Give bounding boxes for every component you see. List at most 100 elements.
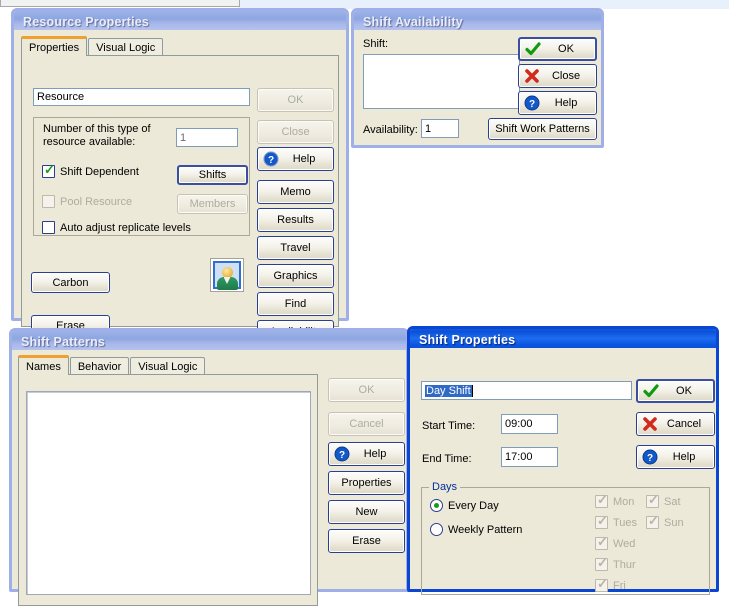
check-icon: ✓ (597, 576, 608, 591)
check-icon: ✓ (597, 534, 608, 549)
mon-checkbox: ✓ (595, 493, 608, 508)
check-icon: ✓ (597, 555, 608, 570)
availability-help-button[interactable]: ? Help (518, 91, 597, 115)
tab-visual-logic-label: Visual Logic (138, 360, 198, 373)
tab-names[interactable]: Names (18, 355, 69, 375)
wed-checkbox: ✓ (595, 534, 608, 550)
shift-ok-button[interactable]: OK (636, 379, 715, 403)
shift-patterns-tabstrip[interactable]: Names Behavior Visual Logic (18, 355, 206, 375)
day-checkbox-sun: ✓ Sun (646, 514, 684, 529)
patterns-properties-label: Properties (341, 477, 392, 489)
shift-listbox[interactable] (363, 54, 520, 109)
resource-memo-button[interactable]: Memo (257, 180, 334, 204)
auto-adjust-checkbox-row[interactable]: Auto adjust replicate levels (42, 221, 191, 234)
green-check-icon (525, 42, 541, 56)
shift-name-input[interactable]: Day Shift (421, 381, 632, 400)
day-checkbox-tues: ✓ Tues (595, 514, 637, 529)
resource-properties-tabstrip[interactable]: Properties Visual Logic (21, 36, 164, 56)
resource-ok-button: OK (257, 88, 334, 112)
availability-ok-button[interactable]: OK (518, 37, 597, 61)
patterns-help-button[interactable]: ? Help (328, 442, 405, 466)
resource-count-label-line1: Number of this type of (43, 123, 151, 135)
end-time-input[interactable]: 17:00 (501, 447, 558, 467)
weekly-pattern-radio[interactable] (430, 523, 443, 536)
shift-work-patterns-button[interactable]: Shift Work Patterns (488, 118, 597, 140)
red-x-icon (525, 69, 539, 83)
shift-availability-dialog[interactable]: Shift Availability Shift: Availability: … (351, 8, 604, 148)
resource-graphics-button[interactable]: Graphics (257, 264, 334, 288)
tab-visual-logic[interactable]: Visual Logic (130, 357, 206, 375)
availability-close-label: Close (551, 70, 581, 82)
patterns-new-button[interactable]: New (328, 500, 405, 524)
day-checkbox-mon: ✓ Mon (595, 493, 635, 508)
shift-help-button[interactable]: ? Help (636, 445, 715, 469)
svg-text:?: ? (647, 453, 653, 464)
thur-label: Thur (613, 558, 636, 571)
tab-visual-logic[interactable]: Visual Logic (88, 38, 164, 56)
thur-checkbox: ✓ (595, 555, 608, 571)
shift-name-value: Day Shift (425, 384, 472, 397)
weekly-pattern-radio-row[interactable]: Weekly Pattern (430, 523, 522, 536)
auto-adjust-checkbox[interactable] (42, 221, 55, 234)
patterns-ok-button: OK (328, 378, 405, 402)
shift-cancel-label: Cancel (666, 418, 702, 430)
resource-results-label: Results (277, 214, 314, 226)
resource-properties-dialog[interactable]: Resource Properties Properties Visual Lo… (11, 8, 349, 344)
help-question-icon: ? (334, 446, 350, 462)
pool-resource-label: Pool Resource (60, 195, 133, 208)
resource-results-button[interactable]: Results (257, 208, 334, 232)
availability-label: Availability: (363, 124, 418, 136)
svg-text:?: ? (529, 99, 535, 110)
shift-patterns-listbox[interactable] (26, 391, 311, 595)
shift-patterns-dialog[interactable]: Shift Patterns Names Behavior Visual Log… (9, 328, 409, 606)
resource-close-label: Close (281, 126, 310, 138)
availability-value: 1 (425, 122, 432, 135)
shift-properties-body: Day Shift Start Time: 09:00 End Time: 17… (410, 348, 716, 595)
carbon-button-label: Carbon (52, 276, 89, 289)
every-day-radio-row[interactable]: Every Day (430, 499, 499, 512)
tab-behavior[interactable]: Behavior (69, 357, 130, 375)
carbon-button[interactable]: Carbon (31, 272, 110, 293)
start-time-input[interactable]: 09:00 (501, 414, 558, 434)
patterns-cancel-label: Cancel (349, 418, 384, 430)
resource-name-input[interactable]: Resource (33, 88, 250, 106)
shift-dependent-checkbox-row[interactable]: ✓ Shift Dependent (42, 163, 139, 178)
day-checkbox-wed: ✓ Wed (595, 534, 635, 550)
resource-memo-label: Memo (280, 186, 311, 198)
fri-label: Fri (613, 579, 626, 592)
green-check-icon (643, 384, 659, 398)
tab-properties[interactable]: Properties (21, 36, 88, 56)
resource-help-button[interactable]: ? Help (257, 147, 334, 171)
mon-label: Mon (613, 495, 635, 508)
end-time-value: 17:00 (505, 451, 533, 463)
shift-availability-body: Shift: Availability: 1 Shift Work Patter… (354, 30, 601, 145)
shift-dependent-checkbox[interactable]: ✓ (42, 163, 55, 178)
patterns-erase-button[interactable]: Erase (328, 529, 405, 553)
shift-ok-label: OK (676, 385, 692, 397)
resource-travel-button[interactable]: Travel (257, 236, 334, 260)
sun-label: Sun (664, 516, 684, 529)
resource-graphics-label: Graphics (273, 270, 318, 282)
end-time-label: End Time: (422, 453, 472, 465)
patterns-properties-button[interactable]: Properties (328, 471, 405, 495)
tues-checkbox: ✓ (595, 514, 608, 529)
patterns-help-label: Help (363, 448, 387, 460)
person-avatar-icon[interactable] (210, 258, 244, 292)
resource-find-button[interactable]: Find (257, 292, 334, 316)
availability-close-button[interactable]: Close (518, 64, 597, 88)
resource-count-input[interactable]: 1 (176, 128, 238, 147)
members-button-label: Members (189, 198, 236, 210)
shift-cancel-button[interactable]: Cancel (636, 412, 715, 436)
resource-count-label-line2: resource available: (43, 136, 136, 148)
availability-input[interactable]: 1 (421, 119, 459, 138)
pool-resource-checkbox (42, 195, 55, 208)
tab-behavior-label: Behavior (77, 360, 122, 373)
shift-properties-dialog[interactable]: Shift Properties Day Shift Start Time: 0… (407, 326, 719, 595)
patterns-cancel-button: Cancel (328, 412, 405, 436)
start-time-value: 09:00 (505, 418, 533, 430)
resource-name-value: Resource (37, 91, 85, 103)
day-checkbox-thur: ✓ Thur (595, 555, 636, 571)
every-day-radio[interactable] (430, 499, 443, 512)
shift-dependent-label: Shift Dependent (60, 165, 139, 178)
shifts-button[interactable]: Shifts (177, 165, 248, 185)
